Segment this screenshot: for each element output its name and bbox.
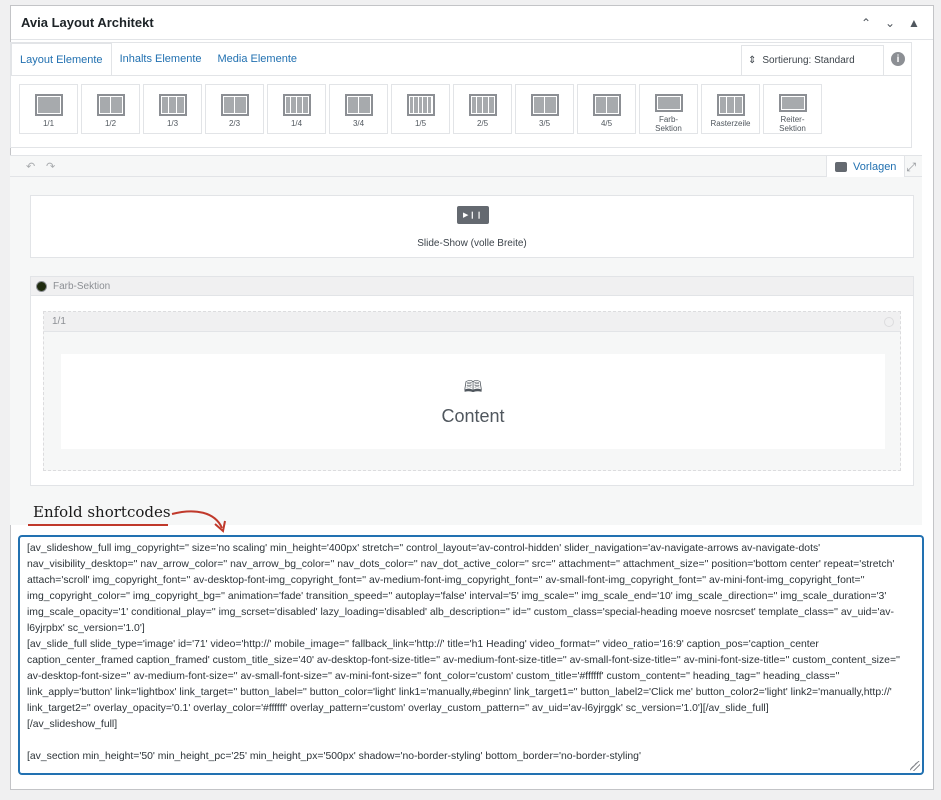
layout-element[interactable]: Rasterzeile bbox=[701, 84, 760, 134]
undo-icon[interactable]: ↶ bbox=[26, 160, 35, 173]
annotation-arrow-icon bbox=[171, 510, 226, 533]
play-pause-icon: ▶❙❙ bbox=[457, 206, 489, 224]
layout-element[interactable]: Reiter- Sektion bbox=[763, 84, 822, 134]
column-label: 1/1 bbox=[52, 316, 66, 327]
column-layout-icon bbox=[344, 94, 373, 116]
collapse-triangle-icon[interactable]: ▲ bbox=[905, 14, 923, 32]
layout-element[interactable]: 1/4 bbox=[267, 84, 326, 134]
layout-element-label: 3/4 bbox=[352, 119, 365, 128]
panel-title: Avia Layout Architekt bbox=[21, 15, 154, 30]
builder-toolbar: ↶ ↷ Vorlagen ⤢ bbox=[10, 155, 922, 178]
column-layout-icon bbox=[282, 94, 311, 116]
fullscreen-icon[interactable]: ⤢ bbox=[906, 160, 916, 175]
builder-canvas: ▶❙❙ Slide-Show (volle Breite) Farb-Sekti… bbox=[10, 177, 922, 525]
annotation-underline bbox=[28, 524, 168, 526]
layout-element-label: 4/5 bbox=[600, 119, 613, 128]
layout-element-label: 2/5 bbox=[476, 119, 489, 128]
column-layout-icon bbox=[220, 94, 249, 116]
column-settings-icon[interactable] bbox=[884, 317, 894, 327]
layout-element[interactable]: 1/1 bbox=[19, 84, 78, 134]
column-layout-icon bbox=[158, 94, 187, 116]
element-picker: Layout Elemente Inhalts Elemente Media E… bbox=[10, 42, 912, 148]
shortcode-textarea[interactable]: [av_slideshow_full img_copyright='' size… bbox=[20, 537, 922, 773]
tab-media-elemente[interactable]: Media Elemente bbox=[210, 43, 306, 75]
layout-element[interactable]: 3/5 bbox=[515, 84, 574, 134]
content-element[interactable]: 🕮 Content bbox=[61, 354, 885, 449]
sort-arrows-icon: ⇕ bbox=[748, 55, 757, 66]
tab-inhalts-elemente[interactable]: Inhalts Elemente bbox=[112, 43, 210, 75]
element-tabs: Layout Elemente Inhalts Elemente Media E… bbox=[11, 43, 306, 76]
layout-element[interactable]: 3/4 bbox=[329, 84, 388, 134]
redo-icon[interactable]: ↷ bbox=[46, 160, 55, 173]
column-layout-icon bbox=[96, 94, 125, 116]
column-layout-icon bbox=[592, 94, 621, 116]
annotation-text: Enfold shortcodes bbox=[33, 503, 171, 521]
column-layout-icon bbox=[468, 94, 497, 116]
column-layout-icon bbox=[716, 94, 745, 116]
shortcode-editor[interactable]: [av_slideshow_full img_copyright='' size… bbox=[19, 536, 923, 774]
layout-element-label: 1/3 bbox=[166, 119, 179, 128]
content-label: Content bbox=[441, 406, 505, 426]
chevron-up-icon[interactable]: ⌃ bbox=[857, 14, 875, 32]
layout-element-label: 1/2 bbox=[104, 119, 117, 128]
slideshow-label: Slide-Show (volle Breite) bbox=[417, 238, 527, 249]
layout-element-label: Rasterzeile bbox=[710, 119, 751, 128]
help-icon[interactable]: i bbox=[891, 52, 905, 66]
sort-select[interactable]: ⇕ Sortierung: Standard bbox=[741, 45, 884, 75]
chevron-down-icon[interactable]: ⌄ bbox=[881, 14, 899, 32]
layout-element-label: 1/1 bbox=[42, 119, 55, 128]
column-layout-icon bbox=[778, 94, 807, 112]
layout-elements-list: 1/1 1/2 1/3 2/3 1/4 3/4 1/5 2/5 3/5 4/5 Farb- Sekt… bbox=[11, 75, 911, 147]
sort-label: Sortierung: Standard bbox=[762, 55, 855, 66]
layout-element[interactable]: 2/3 bbox=[205, 84, 264, 134]
color-swatch-icon[interactable] bbox=[36, 280, 47, 292]
layout-element[interactable]: 4/5 bbox=[577, 84, 636, 134]
book-icon: 🕮 bbox=[463, 379, 483, 396]
layout-element-label: Farb- Sektion bbox=[655, 115, 682, 133]
color-section[interactable]: Farb-Sektion 1/1 🕮 Content bbox=[30, 276, 914, 486]
templates-button[interactable]: Vorlagen bbox=[826, 156, 906, 178]
layout-element[interactable]: 1/2 bbox=[81, 84, 140, 134]
layout-element[interactable]: 2/5 bbox=[453, 84, 512, 134]
panel-header: Avia Layout Architekt ⌃ ⌄ ▲ bbox=[11, 6, 933, 40]
layout-element[interactable]: Farb- Sektion bbox=[639, 84, 698, 134]
layout-element[interactable]: 1/5 bbox=[391, 84, 450, 134]
column-layout-icon bbox=[654, 94, 683, 112]
layout-element-label: 1/4 bbox=[290, 119, 303, 128]
column-layout-icon bbox=[406, 94, 435, 116]
column-layout-icon bbox=[34, 94, 63, 116]
color-section-header: Farb-Sektion bbox=[31, 277, 913, 296]
layout-element-label: Reiter- Sektion bbox=[779, 115, 806, 133]
column-layout-icon bbox=[530, 94, 559, 116]
templates-label: Vorlagen bbox=[853, 161, 897, 173]
layout-element-label: 2/3 bbox=[228, 119, 241, 128]
layout-element-label: 3/5 bbox=[538, 119, 551, 128]
camera-icon bbox=[835, 162, 847, 172]
tab-layout-elemente[interactable]: Layout Elemente bbox=[11, 43, 112, 76]
color-section-label: Farb-Sektion bbox=[53, 280, 111, 292]
column-1-1[interactable]: 1/1 🕮 Content bbox=[43, 311, 901, 471]
slideshow-element[interactable]: ▶❙❙ Slide-Show (volle Breite) bbox=[30, 195, 914, 258]
resize-handle-icon[interactable] bbox=[910, 761, 920, 771]
column-header: 1/1 bbox=[44, 312, 900, 332]
layout-element-label: 1/5 bbox=[414, 119, 427, 128]
layout-element[interactable]: 1/3 bbox=[143, 84, 202, 134]
